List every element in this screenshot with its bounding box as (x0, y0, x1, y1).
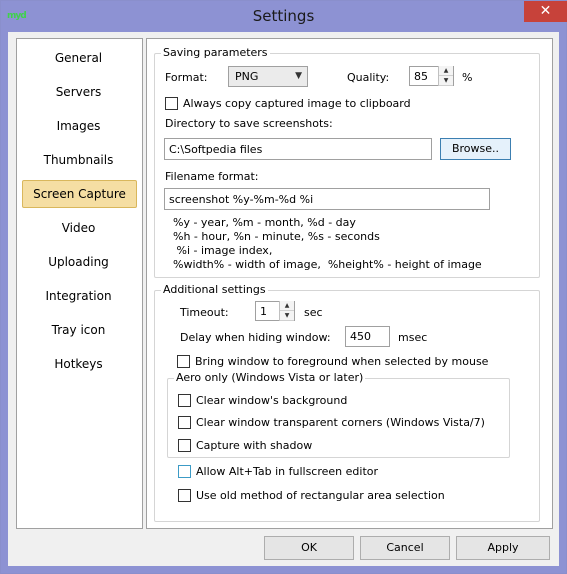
clear-background-label: Clear window's background (196, 394, 348, 407)
sidebar-item-general[interactable]: General (22, 44, 135, 72)
delay-unit: msec (398, 331, 428, 344)
filename-format-input[interactable]: screenshot %y-%m-%d %i (164, 188, 490, 210)
directory-label: Directory to save screenshots: (165, 117, 333, 130)
sidebar: General Servers Images Thumbnails Screen… (16, 38, 143, 529)
help-line-3: %i - image index, (173, 244, 273, 257)
spin-down-icon[interactable]: ▼ (439, 76, 453, 86)
help-line-4: %width% - width of image, %height% - hei… (173, 258, 482, 271)
sidebar-item-uploading[interactable]: Uploading (22, 248, 135, 276)
checkbox-icon[interactable] (178, 394, 191, 407)
title-bar: myd Settings ✕ (1, 1, 567, 32)
ok-button[interactable]: OK (264, 536, 354, 560)
browse-button[interactable]: Browse.. (440, 138, 511, 160)
apply-button[interactable]: Apply (456, 536, 550, 560)
quality-label: Quality: (347, 71, 390, 84)
close-icon: ✕ (539, 3, 552, 19)
bring-to-foreground-label: Bring window to foreground when selected… (195, 355, 489, 368)
quality-value: 85 (414, 70, 428, 83)
checkbox-icon[interactable] (177, 355, 190, 368)
checkbox-icon[interactable] (178, 416, 191, 429)
checkbox-icon[interactable] (178, 439, 191, 452)
spin-up-icon[interactable]: ▲ (280, 301, 294, 311)
close-button[interactable]: ✕ (524, 1, 567, 22)
settings-window: myd Settings ✕ General Servers Images Th… (0, 0, 567, 574)
quality-unit: % (462, 71, 473, 84)
spin-up-icon[interactable]: ▲ (439, 66, 453, 76)
checkbox-icon[interactable] (165, 97, 178, 110)
saving-parameters-title: Saving parameters (161, 46, 270, 59)
cancel-button[interactable]: Cancel (360, 536, 450, 560)
clipboard-label: Always copy captured image to clipboard (183, 97, 411, 110)
timeout-value: 1 (260, 305, 267, 318)
dialog-body: General Servers Images Thumbnails Screen… (8, 32, 559, 566)
aero-group: Aero only (Windows Vista or later) Clear… (167, 371, 510, 458)
format-value: PNG (235, 70, 259, 83)
sidebar-item-hotkeys[interactable]: Hotkeys (22, 350, 135, 378)
window-title: Settings (252, 7, 315, 25)
sidebar-item-integration[interactable]: Integration (22, 282, 135, 310)
sidebar-item-thumbnails[interactable]: Thumbnails (22, 146, 135, 174)
format-label: Format: (165, 71, 208, 84)
sidebar-item-servers[interactable]: Servers (22, 78, 135, 106)
sidebar-item-tray-icon[interactable]: Tray icon (22, 316, 135, 344)
clear-corners-label: Clear window transparent corners (Window… (196, 416, 485, 429)
timeout-unit: sec (304, 306, 323, 319)
saving-parameters-group: Saving parameters Format: PNG ▼ Quality:… (154, 46, 540, 278)
timeout-input[interactable]: 1 ▲ ▼ (255, 301, 295, 321)
old-method-label: Use old method of rectangular area selec… (196, 489, 445, 502)
filename-format-label: Filename format: (165, 170, 259, 183)
help-line-2: %h - hour, %n - minute, %s - seconds (173, 230, 380, 243)
alt-tab-label: Allow Alt+Tab in fullscreen editor (196, 465, 379, 478)
checkbox-icon[interactable] (178, 489, 191, 502)
delay-input[interactable]: 450 (345, 326, 390, 347)
sidebar-item-images[interactable]: Images (22, 112, 135, 140)
directory-input[interactable]: C:\Softpedia files (164, 138, 432, 160)
quality-input[interactable]: 85 ▲ ▼ (409, 66, 454, 86)
timeout-stepper[interactable]: ▲ ▼ (279, 301, 294, 321)
sidebar-item-screen-capture[interactable]: Screen Capture (22, 180, 137, 208)
help-line-1: %y - year, %m - month, %d - day (173, 216, 356, 229)
capture-shadow-label: Capture with shadow (196, 439, 313, 452)
delay-label: Delay when hiding window: (180, 331, 331, 344)
checkbox-icon[interactable] (178, 465, 191, 478)
screen-capture-panel: Saving parameters Format: PNG ▼ Quality:… (146, 38, 553, 529)
timeout-label: Timeout: (180, 306, 229, 319)
sidebar-item-video[interactable]: Video (22, 214, 135, 242)
additional-settings-title: Additional settings (161, 283, 268, 296)
format-select[interactable]: PNG ▼ (228, 66, 308, 87)
chevron-down-icon: ▼ (295, 71, 302, 81)
quality-stepper[interactable]: ▲ ▼ (438, 66, 453, 86)
spin-down-icon[interactable]: ▼ (280, 311, 294, 321)
aero-title: Aero only (Windows Vista or later) (174, 371, 366, 384)
